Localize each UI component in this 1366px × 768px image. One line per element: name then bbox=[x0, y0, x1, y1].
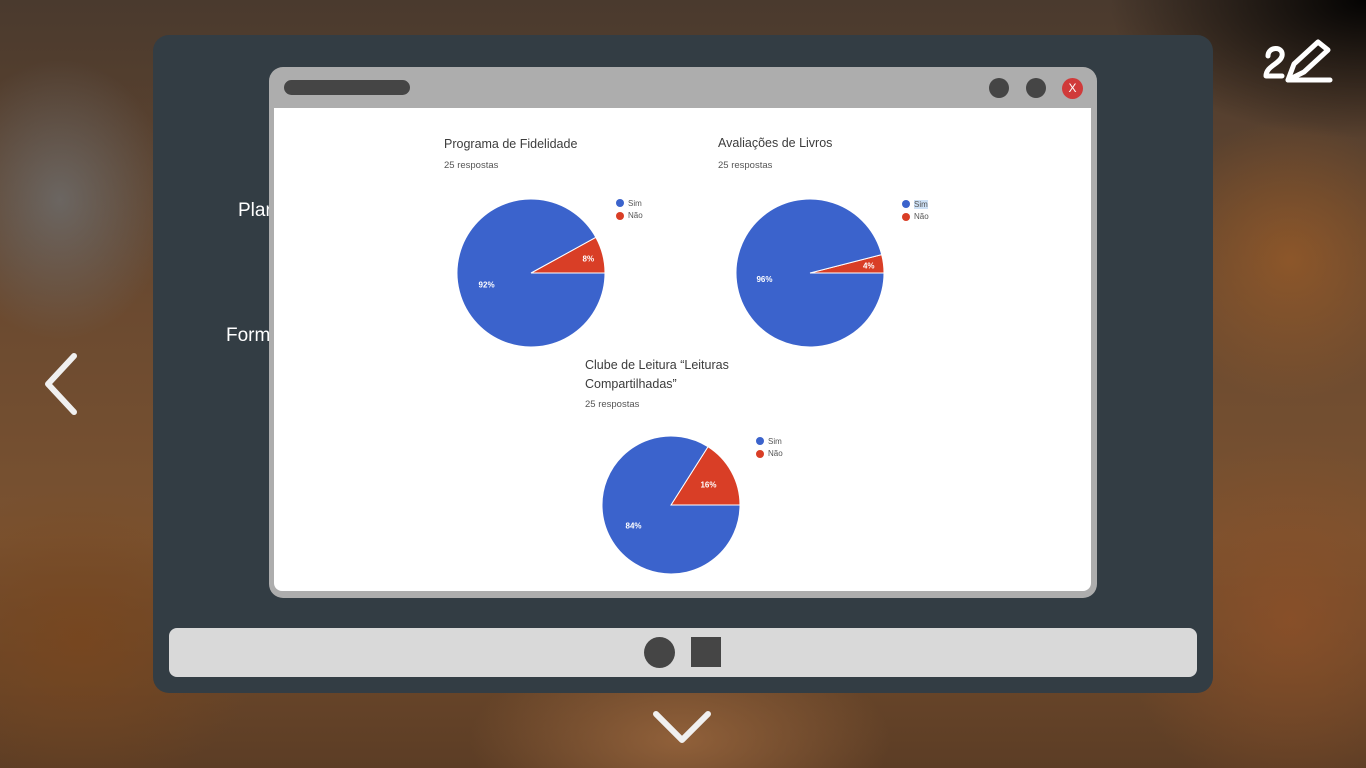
chart-title-line: Clube de Leitura “Leituras bbox=[585, 358, 729, 372]
legend-dot bbox=[756, 437, 764, 446]
pie-slice-label: 4% bbox=[863, 262, 875, 271]
pie-slice-label: 92% bbox=[479, 280, 495, 289]
chart-subtitle: 25 respostas bbox=[718, 160, 773, 171]
chart-legend: Sim Não bbox=[756, 435, 783, 460]
pie-slice-label: 84% bbox=[626, 522, 642, 531]
bottom-toolbar bbox=[169, 628, 1197, 677]
minimize-button[interactable] bbox=[989, 78, 1009, 98]
title-bar-handle[interactable] bbox=[284, 80, 410, 95]
circle-button[interactable] bbox=[644, 637, 675, 668]
legend-label: Sim bbox=[768, 436, 782, 446]
chart-legend: Sim Não bbox=[902, 198, 929, 223]
pie-slice-label: 96% bbox=[756, 275, 772, 284]
legend-item-sim: Sim bbox=[616, 197, 643, 210]
legend-item-sim: Sim bbox=[756, 435, 783, 448]
chart-title: Programa de Fidelidade bbox=[444, 137, 578, 151]
chart-title: Avaliações de Livros bbox=[718, 136, 833, 150]
chart-subtitle: 25 respostas bbox=[585, 399, 640, 410]
pie-slice-sim bbox=[456, 198, 606, 348]
pie-chart-avaliacoes: 4% 96% bbox=[735, 198, 885, 348]
legend-dot bbox=[902, 200, 910, 209]
maximize-button[interactable] bbox=[1026, 78, 1046, 98]
window-content: Programa de Fidelidade 25 respostas 8% 92… bbox=[274, 108, 1091, 591]
legend-dot bbox=[616, 211, 624, 220]
chart-title-line: Compartilhadas” bbox=[585, 377, 677, 391]
edit-pen-icon[interactable] bbox=[1258, 36, 1338, 92]
legend-label: Não bbox=[914, 212, 929, 222]
square-button[interactable] bbox=[691, 637, 721, 667]
pie-chart-fidelidade: 8% 92% bbox=[456, 198, 606, 348]
legend-item-sim: Sim bbox=[902, 198, 929, 211]
legend-item-nao: Não bbox=[616, 210, 643, 223]
legend-label: Sim bbox=[914, 199, 928, 209]
chart-subtitle: 25 respostas bbox=[444, 160, 499, 171]
pie-slice-label: 8% bbox=[583, 254, 595, 263]
pie-slice-sim bbox=[735, 198, 885, 348]
chevron-down-icon[interactable] bbox=[652, 708, 712, 748]
legend-label: Não bbox=[768, 449, 783, 459]
pie-slice-label: 16% bbox=[700, 480, 716, 489]
legend-dot bbox=[616, 199, 624, 208]
background-text-form: Form bbox=[226, 325, 271, 346]
legend-dot bbox=[902, 212, 910, 221]
legend-label: Sim bbox=[628, 198, 642, 208]
chevron-left-icon[interactable] bbox=[42, 352, 82, 416]
popup-window: X Programa de Fidelidade 25 respostas 8%… bbox=[269, 67, 1097, 598]
legend-item-nao: Não bbox=[756, 448, 783, 461]
legend-item-nao: Não bbox=[902, 211, 929, 224]
chart-legend: Sim Não bbox=[616, 197, 643, 222]
chart-title: Clube de Leitura “Leituras Compartilhada… bbox=[585, 356, 729, 394]
legend-dot bbox=[756, 449, 764, 458]
legend-label: Não bbox=[628, 211, 643, 221]
close-button[interactable]: X bbox=[1062, 78, 1083, 99]
pie-chart-clube-leitura: 16% 84% bbox=[601, 435, 741, 575]
